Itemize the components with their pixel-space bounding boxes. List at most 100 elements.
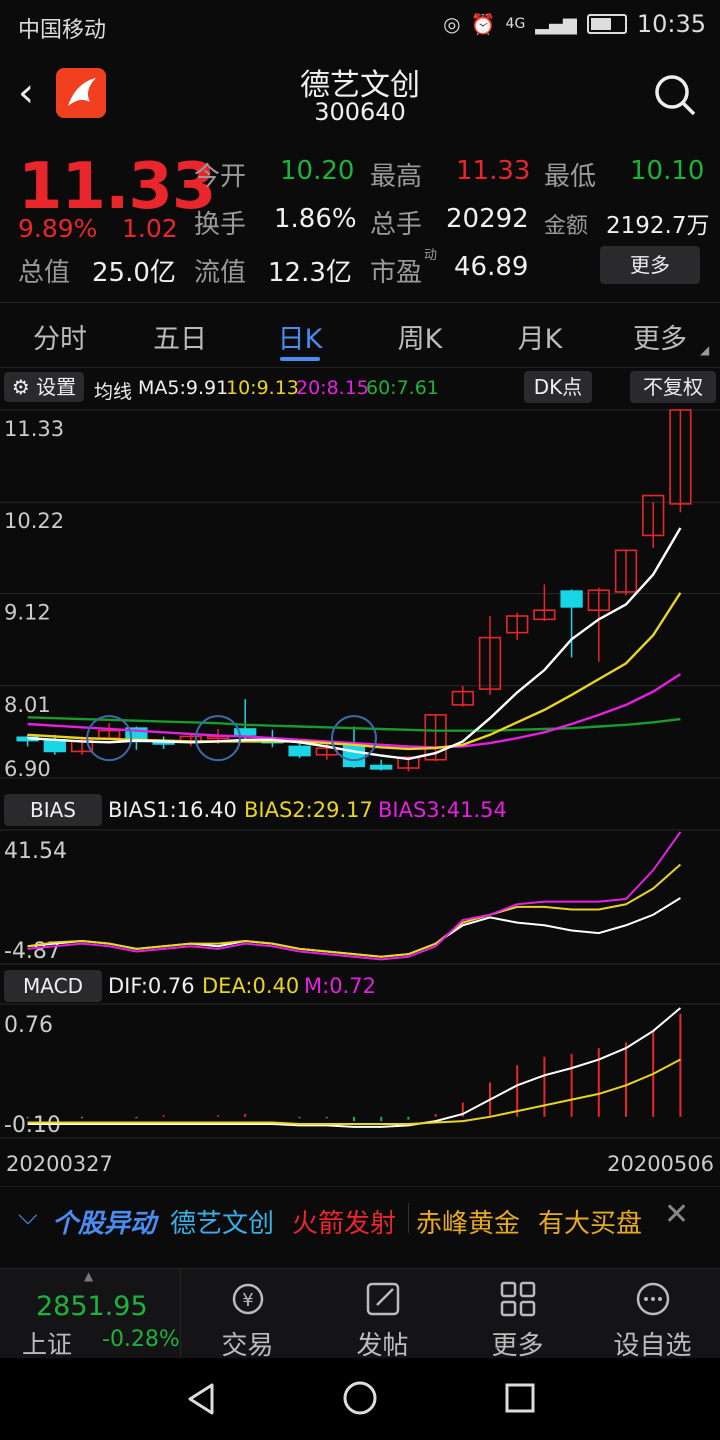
bias-indicator-button[interactable]: BIAS [4, 794, 102, 826]
float-cap-label: 流值 [194, 258, 247, 288]
candle-body [560, 590, 583, 608]
status-bar: 中国移动 ◎ ⏰ 4G ▂▄▆ 10:35 [0, 0, 720, 50]
quote-panel: 11.33 9.89% 1.02 今开 10.20 最高 11.33 最低 10… [0, 140, 720, 300]
candle-body [342, 743, 366, 768]
news-ticker[interactable]: ⌵ 个股异动 德艺文创 火箭发射 赤峰黄金 有大买盘 ✕ [0, 1186, 720, 1251]
tab-five-day[interactable]: 五日 [120, 317, 240, 356]
market-cap-label: 总值 [18, 258, 71, 288]
quote-more-button[interactable]: 更多 [600, 246, 700, 284]
date-axis: 20200327 20200506 [0, 1148, 720, 1182]
ma-prefix: 均线 [94, 381, 133, 403]
nav-trade[interactable]: ¥ 交易 [180, 1269, 315, 1361]
pe-value: 46.89 [454, 252, 529, 282]
edit-icon [366, 1282, 400, 1316]
trade-icon: ¥ [232, 1283, 264, 1315]
more-dots-icon [636, 1282, 670, 1316]
ticker-event-3[interactable]: 有大买盘 [538, 1203, 642, 1240]
bias-series-line [27, 863, 682, 958]
nav-trade-label: 交易 [221, 1331, 274, 1361]
turnover-label: 换手 [194, 210, 247, 240]
carrier-name: 中国移动 [18, 18, 107, 43]
amount-label: 金额 [544, 214, 589, 239]
dea-value: DEA:0.40 [202, 974, 300, 998]
low-value: 10.10 [630, 156, 705, 186]
chart-settings-button[interactable]: ⚙ 设置 [4, 372, 84, 402]
nav-post[interactable]: 发帖 [315, 1269, 450, 1361]
index-value: 2851.95 [36, 1291, 148, 1322]
tab-intraday[interactable]: 分时 [0, 317, 120, 356]
recents-square-icon[interactable] [504, 1382, 536, 1414]
ticker-event-1[interactable]: 火箭发射 [292, 1203, 396, 1240]
bottom-nav: ▲ 2851.95 上证 -0.28% ¥ 交易 发帖 更多 设自选 [0, 1268, 720, 1361]
change-percent: 9.89% [18, 214, 98, 243]
svg-text:¥: ¥ [242, 1290, 253, 1311]
ma5-value: MA5:9.91 [138, 377, 229, 399]
kline-charts[interactable]: 11.3310.229.128.016.9041.54-4.870.76-0.1… [0, 406, 720, 1176]
ma20-value: 20:8.15 [296, 377, 369, 399]
kline-y-tick-label: 6.90 [4, 757, 51, 781]
index-name: 上证 [22, 1330, 73, 1359]
dk-point-button[interactable]: DK点 [524, 371, 592, 403]
amount-value: 2192.7万 [606, 213, 710, 239]
ma60-value: 60:7.61 [366, 377, 439, 399]
macd-y-tick-label: 0.76 [4, 1013, 53, 1038]
bias-legend-row: BIAS BIAS1:16.40 BIAS2:29.17 BIAS3:41.54 [0, 792, 720, 828]
ticker-event-2[interactable]: 赤峰黄金 [416, 1203, 520, 1240]
ticker-brand: 个股异动 [52, 1209, 157, 1239]
volume-label: 总手 [370, 210, 423, 240]
candle-body [370, 764, 393, 770]
ticker-stock[interactable]: 德艺文创 [170, 1203, 274, 1240]
m-value: M:0.72 [304, 974, 376, 998]
macd-indicator-button[interactable]: MACD [4, 970, 102, 1002]
macd-series-line [27, 1058, 681, 1125]
nav-more-label: 更多 [491, 1331, 544, 1361]
market-cap-value: 25.0亿 [92, 258, 176, 288]
bias-series-line [27, 897, 681, 958]
system-nav-bar [0, 1358, 720, 1440]
ma-legend-row: ⚙ 设置 均线 MA5:9.91 10:9.13 20:8.15 60:7.61… [0, 368, 720, 406]
tab-monthly-k[interactable]: 月K [480, 317, 600, 356]
kline-y-tick-label: 11.33 [4, 417, 64, 441]
nav-more[interactable]: 更多 [450, 1269, 585, 1361]
index-quote[interactable]: ▲ 2851.95 上证 -0.28% [0, 1269, 181, 1359]
macd-y-tick-label: -0.10 [4, 1113, 61, 1138]
stock-header: ‹ 德艺文创 300640 [0, 50, 720, 140]
nav-watch-label: 设自选 [613, 1331, 692, 1361]
hotspot-icon: ◎ [443, 12, 461, 36]
float-cap-value: 12.3亿 [268, 258, 352, 288]
network-type: 4G [505, 16, 526, 32]
tab-more-caret-icon: ◢ [700, 343, 710, 357]
signal-icon: ▂▄▆ [535, 13, 577, 35]
caret-up-icon: ▲ [84, 1269, 94, 1283]
tab-daily-k[interactable]: 日K [240, 317, 360, 356]
back-triangle-icon[interactable] [184, 1382, 218, 1416]
search-icon[interactable] [652, 72, 698, 122]
adjust-mode-button[interactable]: 不复权 [630, 371, 716, 403]
candle-body [288, 745, 311, 757]
turnover-value: 1.86% [274, 204, 357, 234]
high-value: 11.33 [456, 156, 531, 186]
active-tab-indicator [280, 357, 320, 361]
nav-add-watchlist[interactable]: 设自选 [585, 1269, 720, 1361]
change-amount: 1.02 [122, 214, 178, 243]
grid-icon [500, 1281, 536, 1317]
ma10-value: 10:9.13 [226, 377, 299, 399]
kline-y-tick-label: 10.22 [4, 509, 64, 533]
bias-series-line [27, 831, 682, 961]
home-circle-icon[interactable] [342, 1380, 378, 1416]
tab-weekly-k[interactable]: 周K [360, 317, 480, 356]
pe-label: 市盈 [370, 258, 423, 288]
clock: 10:35 [636, 10, 706, 38]
bias2-value: BIAS2:29.17 [244, 798, 373, 822]
nav-post-label: 发帖 [356, 1331, 409, 1361]
low-label: 最低 [544, 162, 597, 192]
chevron-down-icon[interactable]: ⌵ [18, 1201, 38, 1232]
dif-value: DIF:0.76 [108, 974, 195, 998]
open-value: 10.20 [280, 156, 355, 186]
kline-y-tick-label: 9.12 [4, 601, 51, 625]
ma10-line [27, 592, 682, 751]
bias-y-tick-label: 41.54 [4, 839, 67, 864]
close-icon[interactable]: ✕ [664, 1197, 689, 1232]
bias3-value: BIAS3:41.54 [378, 798, 507, 822]
index-change: -0.28% [102, 1327, 180, 1352]
